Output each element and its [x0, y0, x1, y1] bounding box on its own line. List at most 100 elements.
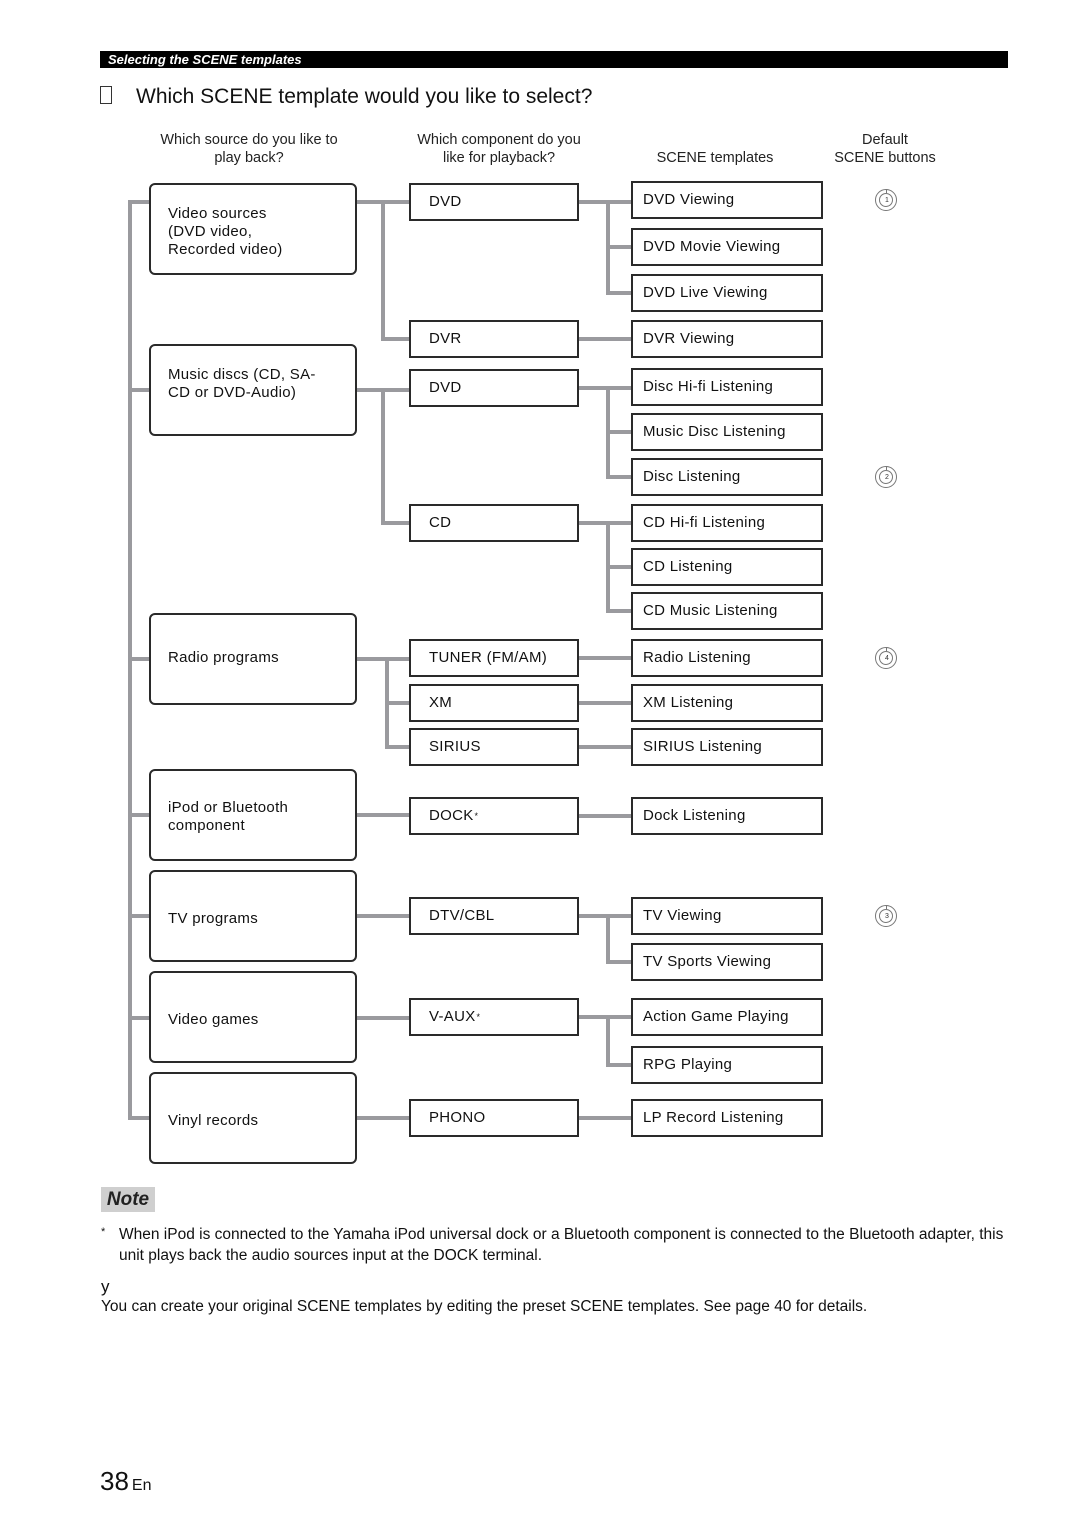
component-box: XM: [409, 684, 579, 722]
component-box: DVD: [409, 183, 579, 221]
scene-template-box: Disc Listening: [631, 458, 823, 496]
scene-template-label: Action Game Playing: [643, 1008, 789, 1025]
scene-template-box: Music Disc Listening: [631, 413, 823, 451]
component-bus: [381, 200, 385, 341]
scene-button-number: 4: [885, 655, 889, 662]
scene-template-box: TV Sports Viewing: [631, 943, 823, 981]
template-connector: [579, 200, 631, 204]
scene-button-icon: 4: [875, 647, 897, 669]
note-text: When iPod is connected to the Yamaha iPo…: [119, 1226, 1004, 1264]
scene-template-box: DVD Live Viewing: [631, 274, 823, 312]
note-label: Note: [101, 1187, 155, 1212]
trunk-branch: [128, 813, 149, 817]
source-box: Video games: [149, 971, 357, 1063]
scene-template-box: Dock Listening: [631, 797, 823, 835]
scene-template-box: Radio Listening: [631, 639, 823, 677]
footnote-marker: *: [476, 1012, 481, 1022]
scene-template-box: Action Game Playing: [631, 998, 823, 1036]
component-branch: [381, 337, 409, 341]
source-label-line: TV programs: [168, 910, 258, 927]
source-label-line: component: [168, 817, 245, 834]
scene-template-label: CD Hi-fi Listening: [643, 514, 766, 531]
source-box: iPod or Bluetooth component: [149, 769, 357, 861]
scene-template-label: XM Listening: [643, 694, 734, 711]
template-connector: [579, 1116, 631, 1120]
scene-template-box: Disc Hi-fi Listening: [631, 368, 823, 406]
template-connector: [579, 337, 631, 341]
component-branch: [385, 745, 409, 749]
column-header-line: like for playback?: [442, 150, 556, 166]
column-header-line: Which component do you: [417, 132, 581, 148]
component-bus: [381, 388, 385, 525]
column-header-templates: SCENE templates: [630, 149, 800, 167]
scene-template-label: Disc Hi-fi Listening: [643, 378, 774, 395]
scene-button-icon: 3: [875, 905, 897, 927]
component-label: SIRIUS: [429, 738, 481, 755]
source-label-line: Video games: [168, 1011, 259, 1028]
scene-template-box: RPG Playing: [631, 1046, 823, 1084]
source-label-line: iPod or Bluetooth: [168, 799, 289, 816]
component-label: TUNER (FM/AM): [429, 649, 548, 666]
component-box: DTV/CBL: [409, 897, 579, 935]
source-label-line: Video sources: [168, 205, 267, 222]
component-label: V-AUX: [429, 1008, 476, 1025]
component-label: DVR: [429, 330, 462, 347]
source-label-line: Music discs (CD, SA-: [168, 366, 316, 383]
scene-template-label: LP Record Listening: [643, 1109, 784, 1126]
component-branch: [385, 701, 409, 705]
component-label: PHONO: [429, 1109, 486, 1126]
scene-template-label: RPG Playing: [643, 1056, 733, 1073]
source-box: Vinyl records: [149, 1072, 357, 1164]
template-connector: [579, 521, 631, 525]
page-title: Which SCENE template would you like to s…: [100, 84, 592, 110]
scene-template-label: CD Listening: [643, 558, 733, 575]
scene-template-box: DVR Viewing: [631, 320, 823, 358]
scene-template-label: Music Disc Listening: [643, 423, 786, 440]
scene-template-label: Radio Listening: [643, 649, 751, 666]
column-header-source: Which source do you like to play back?: [138, 131, 360, 167]
trunk-branch: [128, 657, 149, 661]
template-connector: [579, 1015, 631, 1019]
page-lang: En: [131, 1477, 152, 1494]
trunk-branch: [128, 1116, 149, 1120]
scene-template-box: DVD Viewing: [631, 181, 823, 219]
component-box: CD: [409, 504, 579, 542]
column-header-line: SCENE templates: [656, 150, 774, 166]
footnote-marker: *: [474, 811, 479, 821]
column-header-line: Default: [862, 132, 908, 148]
component-box: PHONO: [409, 1099, 579, 1137]
page-number: 38 En: [100, 1466, 152, 1501]
bullet-icon: [100, 86, 112, 104]
scene-template-box: LP Record Listening: [631, 1099, 823, 1137]
section-header: Selecting the SCENE templates: [108, 52, 302, 67]
scene-template-box: CD Music Listening: [631, 592, 823, 630]
source-label-line: Vinyl records: [168, 1112, 259, 1129]
scene-button-icon: 2: [875, 466, 897, 488]
column-header-buttons: Default SCENE buttons: [815, 131, 955, 167]
template-bus: [606, 1015, 610, 1067]
source-connector: [357, 813, 409, 817]
source-box: TV programs: [149, 870, 357, 962]
component-label: DVD: [429, 193, 462, 210]
scene-template-label: Dock Listening: [643, 807, 746, 824]
template-connector: [579, 386, 631, 390]
section-header-bar: Selecting the SCENE templates: [100, 51, 1008, 68]
scene-template-label: Disc Listening: [643, 468, 741, 485]
template-connector: [579, 745, 631, 749]
source-label-line: Radio programs: [168, 649, 279, 666]
template-branch: [606, 245, 631, 249]
scene-template-label: DVR Viewing: [643, 330, 735, 347]
scene-template-label: SIRIUS Listening: [643, 738, 763, 755]
asterisk: *: [101, 1226, 106, 1238]
trunk-branch: [128, 200, 149, 204]
template-branch: [606, 609, 631, 613]
component-branch: [381, 521, 409, 525]
scene-template-label: DVD Movie Viewing: [643, 238, 781, 255]
component-label: DOCK: [429, 807, 474, 824]
source-box: Music discs (CD, SA- CD or DVD-Audio): [149, 344, 357, 436]
scene-template-box: XM Listening: [631, 684, 823, 722]
component-label: DTV/CBL: [429, 907, 495, 924]
source-connector: [357, 914, 409, 918]
template-branch: [606, 291, 631, 295]
scene-template-box: TV Viewing: [631, 897, 823, 935]
